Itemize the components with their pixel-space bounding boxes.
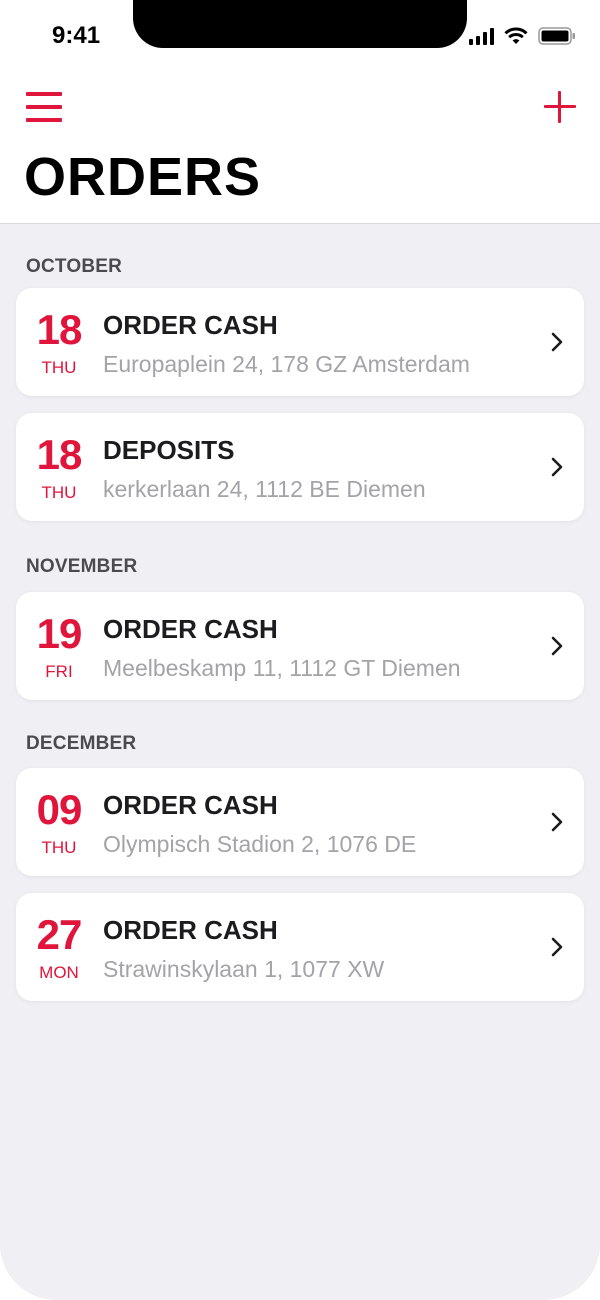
order-day: 09 [36, 786, 83, 833]
order-weekday: THU [41, 358, 77, 377]
order-address: Meelbeskamp 11, 1112 GT Diemen [103, 655, 461, 681]
order-card[interactable]: 18 THU ORDER CASH Europaplein 24, 178 GZ… [16, 288, 584, 396]
order-weekday: MON [39, 963, 79, 982]
order-card[interactable]: 18 THU DEPOSITS kerkerlaan 24, 1112 BE D… [16, 413, 584, 521]
app-header: 9:41 ORDERS [0, 0, 600, 224]
phone-screen: 9:41 ORDERS OCTOBER 18 THU ORDER CASH Eu… [0, 0, 600, 1300]
device-notch [133, 0, 467, 48]
order-title: ORDER CASH [103, 310, 278, 340]
page-title: ORDERS [24, 147, 262, 207]
order-address: kerkerlaan 24, 1112 BE Diemen [103, 476, 426, 502]
order-card[interactable]: 27 MON ORDER CASH Strawinskylaan 1, 1077… [16, 893, 584, 1001]
order-card[interactable]: 09 THU ORDER CASH Olympisch Stadion 2, 1… [16, 768, 584, 876]
status-bar-icons [469, 26, 576, 46]
order-weekday: FRI [45, 662, 73, 681]
chevron-right-icon [551, 457, 563, 477]
order-card[interactable]: 19 FRI ORDER CASH Meelbeskamp 11, 1112 G… [16, 592, 584, 700]
battery-icon [538, 27, 575, 45]
chevron-right-icon [551, 332, 563, 352]
order-address: Strawinskylaan 1, 1077 XW [103, 956, 385, 982]
order-title: ORDER CASH [103, 790, 278, 820]
order-title: ORDER CASH [103, 614, 278, 644]
section-header-december: DECEMBER [26, 733, 137, 754]
section-header-november: NOVEMBER [26, 556, 138, 577]
order-day: 18 [36, 306, 83, 353]
chevron-right-icon [551, 636, 563, 656]
order-day: 18 [36, 431, 83, 478]
order-title: DEPOSITS [103, 435, 235, 465]
order-title: ORDER CASH [103, 915, 278, 945]
order-day: 19 [36, 610, 83, 657]
status-bar-time: 9:41 [52, 22, 101, 49]
cellular-signal-icon [469, 27, 494, 45]
order-weekday: THU [41, 483, 77, 502]
chevron-right-icon [551, 937, 563, 957]
add-order-plus-icon[interactable] [542, 89, 578, 125]
section-header-october: OCTOBER [26, 256, 123, 277]
order-day: 27 [36, 911, 83, 958]
order-weekday: THU [41, 838, 77, 857]
wifi-icon [504, 27, 528, 44]
order-address: Olympisch Stadion 2, 1076 DE [103, 831, 417, 857]
order-address: Europaplein 24, 178 GZ Amsterdam [103, 351, 470, 377]
hamburger-menu-icon[interactable] [26, 92, 62, 122]
chevron-right-icon [551, 812, 563, 832]
